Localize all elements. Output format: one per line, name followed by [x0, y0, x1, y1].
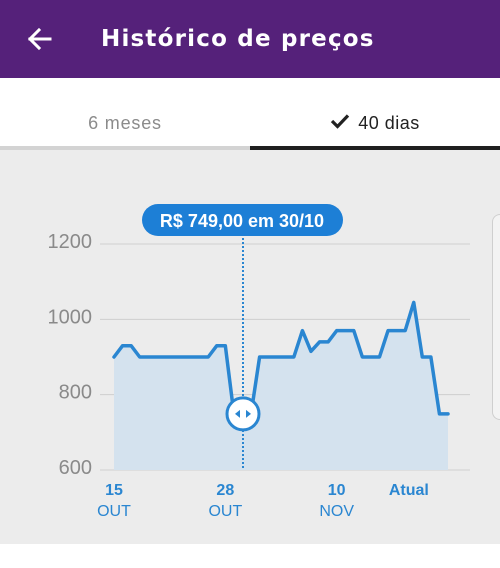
- tab-label: 6 meses: [88, 112, 162, 133]
- x-tick-sublabel: OUT: [97, 503, 131, 520]
- tab-label: 40 dias: [358, 112, 420, 133]
- back-button[interactable]: [22, 22, 56, 56]
- period-tabs: 6 meses 40 dias: [0, 96, 500, 150]
- check-icon: [330, 113, 350, 134]
- drag-arrows-icon[interactable]: [225, 396, 261, 432]
- drag-handle-circle: [225, 396, 261, 432]
- side-drawer-handle[interactable]: [492, 214, 500, 420]
- x-tick-label: 28: [216, 482, 234, 499]
- x-tick-label: 15: [105, 482, 123, 499]
- y-tick-label: 1200: [48, 231, 93, 253]
- page-title: Histórico de preços: [101, 26, 375, 52]
- arrow-left-icon: [27, 27, 52, 51]
- tab-6-months[interactable]: 6 meses: [0, 96, 250, 150]
- x-tick-sublabel: NOV: [319, 503, 354, 520]
- y-tick-label: 1000: [48, 306, 93, 328]
- x-tick-sublabel: OUT: [208, 503, 242, 520]
- app-bar: Histórico de preços: [0, 0, 500, 78]
- tab-40-days[interactable]: 40 dias: [250, 96, 500, 150]
- x-tick-label: Atual: [389, 482, 429, 499]
- tooltip-text: R$ 749,00 em 30/10: [160, 211, 324, 231]
- y-tick-label: 800: [59, 382, 92, 404]
- price-chart-svg: 1200 1000 800 600 15 OUT 28 OUT 10 NOV Atual R$ 7…: [48, 204, 470, 520]
- price-history-chart[interactable]: 1200 1000 800 600 15 OUT 28 OUT 10 NOV Atual R$ 7…: [0, 150, 500, 544]
- x-tick-label: 10: [328, 482, 346, 499]
- y-tick-label: 600: [59, 457, 92, 479]
- price-tooltip: R$ 749,00 em 30/10: [142, 204, 343, 236]
- price-area: [114, 302, 448, 470]
